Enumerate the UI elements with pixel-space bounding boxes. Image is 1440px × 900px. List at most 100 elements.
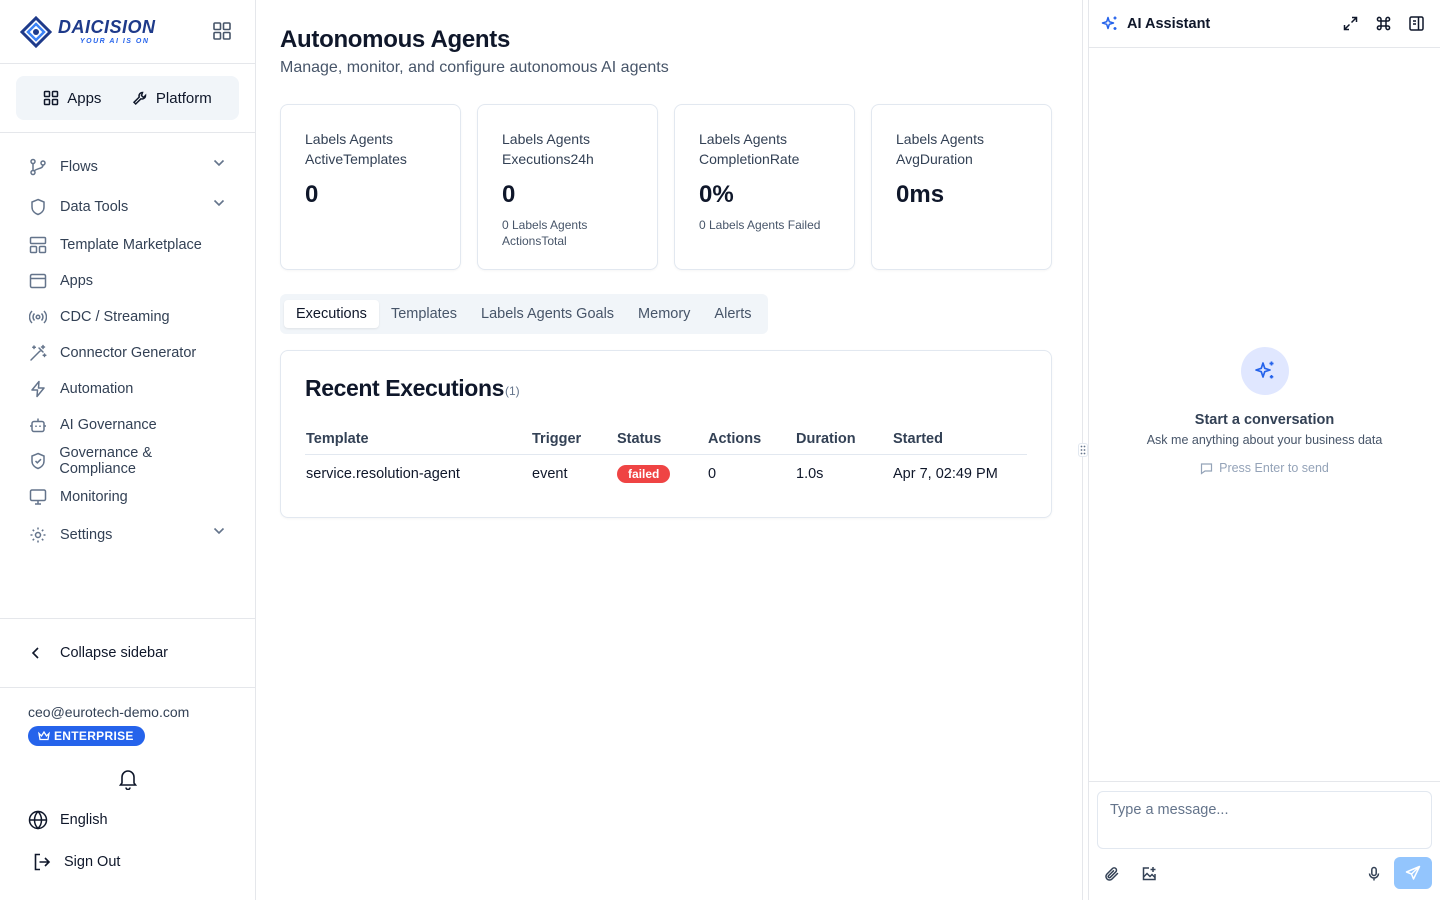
chevron-down-icon[interactable] — [213, 527, 225, 535]
sidebar-item-flows[interactable]: Flows — [0, 147, 255, 187]
bot-icon — [28, 415, 48, 435]
brand-name: DAICISION — [58, 17, 156, 37]
drag-handle-icon[interactable] — [1078, 443, 1088, 457]
shield-check-icon — [28, 451, 47, 471]
account-info: ceo@eurotech-demo.com ENTERPRISE — [28, 704, 228, 746]
tab-goals[interactable]: Labels Agents Goals — [469, 300, 626, 328]
executions-table: Template Trigger Status Actions Duration… — [305, 423, 1027, 493]
git-branch-icon — [28, 157, 48, 177]
page-title: Autonomous Agents — [280, 26, 510, 53]
table-row[interactable]: service.resolution-agent event failed 0 … — [305, 455, 1027, 493]
stat-card: Labels Agents CompletionRate 0% 0 Labels… — [674, 104, 855, 270]
collapse-sidebar-button[interactable]: Collapse sidebar — [0, 618, 255, 688]
assistant-title: AI Assistant — [1127, 15, 1211, 32]
command-icon[interactable] — [1376, 16, 1391, 31]
sidebar-item-automation[interactable]: Automation — [0, 371, 255, 407]
table-header: Template Trigger Status Actions Duration… — [305, 423, 1027, 455]
stat-label: Labels Agents ActiveTemplates — [305, 131, 407, 167]
tab-templates[interactable]: Templates — [379, 300, 469, 328]
column-header[interactable]: Trigger — [532, 431, 617, 447]
log-out-icon — [32, 852, 52, 872]
column-header[interactable]: Started — [893, 431, 1027, 447]
column-header[interactable]: Duration — [796, 431, 893, 447]
sidebar-nav: Flows Data Tools Template Marketplace Ap… — [0, 133, 255, 555]
message-input[interactable] — [1097, 791, 1432, 849]
panel-right-icon[interactable] — [1409, 16, 1424, 31]
stat-value: 0ms — [896, 181, 945, 208]
language-selector[interactable]: English — [28, 810, 108, 830]
sidebar-item-settings[interactable]: Settings — [0, 515, 255, 555]
user-email: ceo@eurotech-demo.com — [28, 704, 190, 720]
status-badge: failed — [617, 465, 671, 483]
assistant-header: AI Assistant — [1089, 0, 1440, 48]
stat-card: Labels Agents ActiveTemplates 0 — [280, 104, 461, 270]
cell-status: failed — [617, 465, 708, 483]
crown-icon — [38, 731, 50, 741]
paperclip-icon[interactable] — [1104, 866, 1120, 882]
sidebar-item-cdc-streaming[interactable]: CDC / Streaming — [0, 299, 255, 335]
sign-out-label: Sign Out — [64, 854, 121, 870]
sidebar-item-label: Apps — [60, 273, 94, 289]
platform-switch-button[interactable]: Platform — [132, 90, 212, 107]
sidebar-item-label: Automation — [60, 381, 134, 397]
apps-switch-label: Apps — [67, 89, 102, 107]
stat-card: Labels Agents AvgDuration 0ms — [871, 104, 1052, 270]
stats-cards: Labels Agents ActiveTemplates 0 Labels A… — [280, 104, 1052, 270]
panel-resizer[interactable] — [1078, 0, 1089, 900]
message-icon — [1200, 462, 1213, 475]
sidebar-item-label: Governance & Compliance — [59, 445, 153, 477]
ai-assistant-panel: AI Assistant Start a conversation Ask me… — [1089, 0, 1440, 900]
empty-subtitle: Ask me anything about your business data — [1146, 433, 1383, 447]
stat-label: Labels Agents AvgDuration — [896, 131, 984, 167]
stat-value: 0% — [699, 181, 734, 208]
tab-memory[interactable]: Memory — [626, 300, 702, 328]
sidebar-item-ai-governance[interactable]: AI Governance — [0, 407, 255, 443]
sidebar-item-label: Data Tools — [60, 199, 129, 215]
image-plus-icon[interactable] — [1141, 866, 1157, 882]
column-header[interactable]: Status — [617, 431, 708, 447]
tab-alerts[interactable]: Alerts — [702, 300, 763, 328]
column-header[interactable]: Actions — [708, 431, 796, 447]
microphone-icon[interactable] — [1366, 866, 1382, 882]
executions-panel: Recent Executions (1) Template Trigger S… — [280, 350, 1052, 518]
sidebar-item-apps[interactable]: Apps — [0, 263, 255, 299]
sidebar-item-governance-compliance[interactable]: Governance & Compliance — [0, 443, 255, 479]
globe-icon — [28, 810, 48, 830]
sign-out-button[interactable]: Sign Out — [32, 852, 120, 872]
tab-executions[interactable]: Executions — [284, 300, 379, 328]
sidebar-item-label: Template Marketplace — [60, 237, 202, 253]
empty-title: Start a conversation — [1194, 412, 1335, 428]
wand-icon — [28, 343, 48, 363]
sidebar-item-connector-generator[interactable]: Connector Generator — [0, 335, 255, 371]
expand-icon[interactable] — [1343, 16, 1358, 31]
send-button[interactable] — [1394, 857, 1432, 889]
stat-note: 0 Labels Agents Failed — [699, 218, 821, 232]
sidebar-item-label: Flows — [60, 159, 98, 175]
sidebar-item-label: CDC / Streaming — [60, 309, 170, 325]
chevron-down-icon[interactable] — [213, 159, 225, 167]
cell-actions: 0 — [708, 466, 717, 482]
sidebar-item-monitoring[interactable]: Monitoring — [0, 479, 255, 515]
sidebar-item-label: Monitoring — [60, 489, 128, 505]
language-label: English — [60, 812, 108, 828]
apps-switch-button[interactable]: Apps — [43, 90, 101, 107]
cell-trigger: event — [532, 466, 568, 482]
stat-note: 0 Labels Agents ActionsTotal — [502, 218, 588, 248]
chevron-down-icon[interactable] — [213, 199, 225, 207]
sidebar-item-label: Settings — [60, 527, 113, 543]
sidebar: DAICISION YOUR AI IS ON Apps Platform Fl… — [0, 0, 256, 900]
plan-badge: ENTERPRISE — [28, 726, 145, 746]
sidebar-item-template-marketplace[interactable]: Template Marketplace — [0, 227, 255, 263]
stat-card: Labels Agents Executions24h 0 0 Labels A… — [477, 104, 658, 270]
sidebar-item-label: Connector Generator — [60, 345, 197, 361]
app-grid-icon[interactable] — [213, 22, 231, 40]
bell-icon[interactable] — [118, 768, 138, 790]
column-header[interactable]: Template — [305, 431, 532, 447]
monitor-icon — [28, 487, 48, 507]
zap-icon — [28, 379, 48, 399]
send-icon — [1405, 865, 1421, 881]
cell-duration: 1.0s — [796, 466, 824, 482]
panel-title: Recent Executions — [305, 375, 504, 401]
brand[interactable]: DAICISION YOUR AI IS ON — [0, 0, 255, 64]
sidebar-item-data-tools[interactable]: Data Tools — [0, 187, 255, 227]
